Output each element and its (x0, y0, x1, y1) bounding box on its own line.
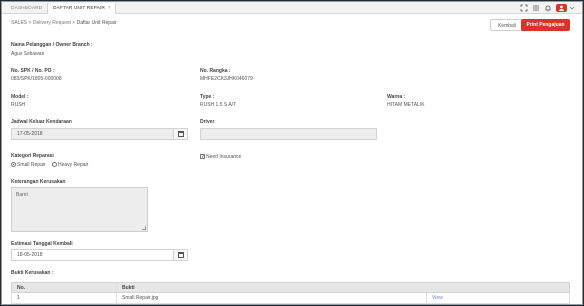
view-link[interactable]: View (432, 293, 443, 304)
breadcrumb-separator: > (28, 20, 32, 26)
model-label: Model : (11, 94, 29, 100)
calendar-icon[interactable] (173, 250, 187, 260)
tab-label: DAFTAR UNIT REPAIR (53, 6, 105, 11)
model-value: RUSH (11, 102, 26, 108)
close-tab-icon[interactable]: × (108, 3, 111, 14)
heavy-repair-radio[interactable] (52, 162, 57, 167)
estimasi-label: Estimasi Tanggal Kembali (11, 241, 73, 247)
back-button[interactable]: Kembali (490, 19, 524, 31)
table-header: No. Bukti (11, 282, 570, 294)
tab-bar: DASHBOARD DAFTAR UNIT REPAIR × (2, 2, 582, 14)
rangka-value: MHFE2CK3JHK046079 (200, 76, 253, 82)
expand-icon[interactable] (520, 4, 528, 12)
keterangan-textarea[interactable]: Baret (11, 187, 148, 232)
rangka-label: No. Rangka : (200, 68, 231, 74)
warna-label: Warna : (387, 94, 406, 100)
breadcrumb: SALES > Delivery Request > Daftar Unit R… (11, 20, 117, 26)
jadwal-label: Jadwal Keluar Kendaraan (11, 119, 72, 125)
heavy-repair-label: Heavy Repair (58, 162, 89, 168)
estimasi-date-value: 18-05-2018 (17, 252, 43, 258)
row-no: 1 (17, 295, 20, 301)
breadcrumb-separator: > (72, 20, 76, 26)
type-label: Type : (200, 94, 215, 100)
bell-icon[interactable] (544, 4, 552, 12)
need-insurance-label: Need Insurance (206, 154, 242, 160)
spk-label: No. SPK / No. PO : (11, 68, 55, 74)
resize-handle-icon[interactable] (142, 226, 146, 230)
tab-daftar-unit-repair[interactable]: DAFTAR UNIT REPAIR × (47, 3, 116, 14)
app-window: DASHBOARD DAFTAR UNIT REPAIR × SALES > D… (1, 1, 583, 305)
breadcrumb-sales[interactable]: SALES (11, 20, 27, 26)
jadwal-date-field[interactable]: 17-05-2018 (11, 128, 188, 140)
small-repair-radio[interactable] (11, 162, 16, 167)
small-repair-label: Small Repair (17, 162, 46, 168)
driver-field[interactable] (200, 128, 377, 140)
kategori-label: Kategori Reparasi (11, 153, 54, 159)
row-file: Small Repair.jpg (122, 295, 159, 301)
chevron-down-icon[interactable] (568, 4, 576, 12)
breadcrumb-current: Daftar Unit Repair (76, 20, 117, 26)
user-avatar-icon[interactable] (556, 4, 567, 12)
keterangan-value: Baret (16, 192, 28, 198)
jadwal-date-value: 17-05-2018 (17, 131, 43, 137)
table-row: 1 Small Repair.jpg View (11, 293, 570, 304)
breadcrumb-delivery-request[interactable]: Delivery Request (33, 20, 71, 26)
bukti-label: Bukti Kerusakan : (11, 270, 54, 276)
customer-value: Agus Setiawan (11, 51, 45, 57)
need-insurance-checkbox[interactable]: ✓ (200, 154, 205, 160)
warna-value: HITAM METALIK (387, 102, 425, 108)
tab-dashboard[interactable]: DASHBOARD (6, 3, 47, 14)
type-value: RUSH 1.5 S A/T (200, 102, 237, 108)
keterangan-label: Keterangan Kerusakan (11, 179, 66, 185)
print-pengajuan-button[interactable]: Print Pengajuan (521, 19, 570, 31)
estimasi-date-field[interactable]: 18-05-2018 (11, 249, 188, 261)
customer-label: Nama Pelanggan / Owner Branch : (11, 42, 93, 48)
driver-label: Driver (200, 119, 215, 125)
list-icon[interactable] (532, 4, 540, 12)
calendar-icon[interactable] (173, 129, 187, 139)
spk-value: 083/SPK/1805-000008 (11, 76, 62, 82)
